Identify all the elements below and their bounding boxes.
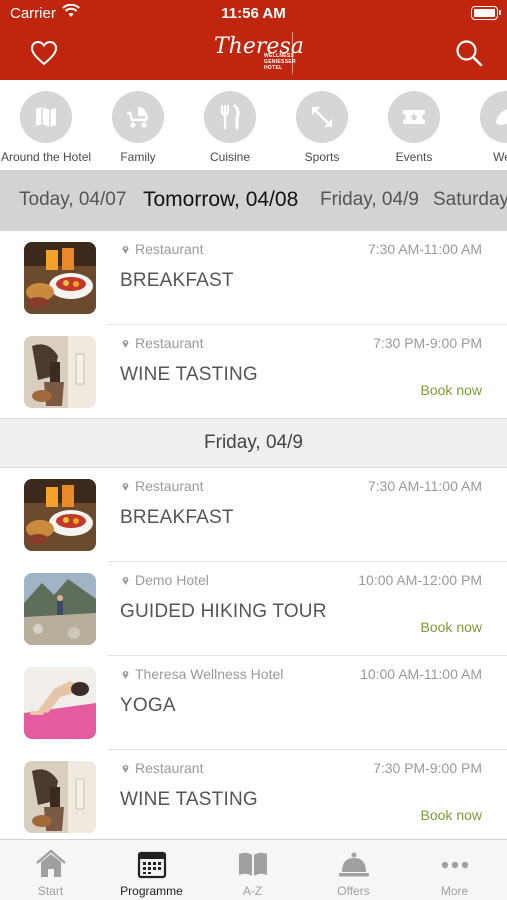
map-icon: [20, 91, 72, 143]
tab-label: More: [440, 884, 469, 898]
event-location: Restaurant: [122, 760, 203, 776]
event-location: Theresa Wellness Hotel: [122, 666, 283, 682]
category-label: Sports: [304, 150, 340, 164]
app-header: Carrier 11:56 AM Theresa WELLNESS GENIES…: [0, 0, 507, 80]
event-time: 7:30 AM-11:00 AM: [367, 478, 482, 494]
location-pin-icon: [122, 577, 129, 585]
location-pin-icon: [122, 765, 129, 773]
yoga-thumbnail: [24, 667, 96, 739]
book-now-link[interactable]: Book now: [421, 807, 482, 823]
date-selector: Today, 04/07 Tomorrow, 04/08 Friday, 04/…: [0, 170, 507, 231]
hotel-logo: Theresa WELLNESS GENIESSER HOTEL: [210, 32, 304, 74]
date-tab-today[interactable]: Today, 04/07: [19, 189, 126, 211]
event-row-breakfast[interactable]: Restaurant 7:30 AM-11:00 AM BREAKFAST: [0, 231, 507, 325]
tab-label: Start: [37, 884, 64, 898]
book-now-link[interactable]: Book now: [421, 619, 482, 635]
arrows-icon: [296, 91, 348, 143]
category-label: Events: [395, 150, 433, 164]
event-location-text: Theresa Wellness Hotel: [135, 666, 284, 682]
event-title: WINE TASTING: [120, 364, 258, 385]
location-pin-icon: [122, 483, 129, 491]
battery-icon: [471, 6, 501, 20]
event-location-text: Restaurant: [135, 335, 204, 351]
wine-tasting-thumbnail: [24, 336, 96, 408]
date-tab-tomorrow[interactable]: Tomorrow, 04/08: [143, 188, 298, 212]
event-location-text: Demo Hotel: [135, 572, 209, 588]
logo-divider: [292, 32, 293, 74]
category-cuisine[interactable]: Cuisine: [180, 91, 280, 164]
event-title: WINE TASTING: [120, 789, 258, 810]
category-label: Family: [120, 150, 156, 164]
event-time: 7:30 PM-9:00 PM: [373, 760, 482, 776]
book-now-link[interactable]: Book now: [421, 382, 482, 398]
bell-icon: [339, 852, 369, 877]
event-row-wine-tasting[interactable]: Restaurant 7:30 PM-9:00 PM WINE TASTING …: [0, 750, 507, 839]
cutlery-icon: [204, 91, 256, 143]
event-location-text: Restaurant: [135, 760, 204, 776]
app-screen: Carrier 11:56 AM Theresa WELLNESS GENIES…: [0, 0, 507, 900]
home-icon: [36, 849, 66, 877]
event-time: 10:00 AM-11:00 AM: [360, 666, 482, 682]
book-icon: [239, 852, 267, 876]
tab-label: A-Z: [242, 884, 263, 898]
event-location-text: Restaurant: [135, 241, 204, 257]
bottom-tab-bar: Start Programme A-Z Offers More: [0, 839, 507, 900]
category-label: Cuisine: [209, 150, 251, 164]
tab-start[interactable]: Start: [0, 840, 101, 900]
hiking-thumbnail: [24, 573, 96, 645]
day-section-header: Friday, 04/9: [0, 418, 507, 468]
date-tab-saturday[interactable]: Saturday, 04/10: [433, 189, 507, 211]
tab-label: Offers: [337, 884, 370, 898]
category-events[interactable]: Events: [364, 91, 464, 164]
event-location-text: Restaurant: [135, 478, 204, 494]
tab-offers[interactable]: Offers: [303, 840, 404, 900]
category-label: Welli: [493, 150, 507, 164]
ticket-icon: [388, 91, 440, 143]
favorites-heart-icon[interactable]: [30, 40, 58, 66]
logo-subtitle: WELLNESS GENIESSER HOTEL: [264, 53, 296, 71]
event-time: 7:30 AM-11:00 AM: [367, 241, 482, 257]
event-title: YOGA: [120, 695, 176, 716]
tab-more[interactable]: More: [404, 840, 505, 900]
event-time: 7:30 PM-9:00 PM: [373, 335, 482, 351]
tab-programme[interactable]: Programme: [101, 840, 202, 900]
calendar-icon: [137, 851, 167, 879]
event-row-yoga[interactable]: Theresa Wellness Hotel 10:00 AM-11:00 AM…: [0, 656, 507, 750]
category-label: Around the Hotel: [0, 150, 92, 164]
event-row-breakfast[interactable]: Restaurant 7:30 AM-11:00 AM BREAKFAST: [0, 468, 507, 562]
event-row-wine-tasting[interactable]: Restaurant 7:30 PM-9:00 PM WINE TASTING …: [0, 325, 507, 419]
wine-tasting-thumbnail: [24, 761, 96, 833]
tab-label: Programme: [120, 884, 183, 898]
event-title: BREAKFAST: [120, 507, 234, 528]
event-title: BREAKFAST: [120, 270, 234, 291]
event-list: Restaurant 7:30 AM-11:00 AM BREAKFAST Re…: [0, 231, 507, 839]
breakfast-thumbnail: [24, 242, 96, 314]
event-time: 10:00 AM-12:00 PM: [358, 572, 482, 588]
search-icon[interactable]: [455, 39, 483, 67]
tab-a-z[interactable]: A-Z: [202, 840, 303, 900]
date-tab-friday[interactable]: Friday, 04/9: [320, 189, 419, 211]
event-location: Restaurant: [122, 335, 203, 351]
location-pin-icon: [122, 671, 129, 679]
leaf-icon: [480, 91, 507, 143]
stroller-icon: [112, 91, 164, 143]
status-bar: Carrier 11:56 AM: [0, 0, 507, 28]
category-strip: Around the Hotel Family Cuisine Sports E…: [0, 80, 507, 170]
event-location: Restaurant: [122, 478, 203, 494]
event-row-guided-hiking-tour[interactable]: Demo Hotel 10:00 AM-12:00 PM GUIDED HIKI…: [0, 562, 507, 656]
category-sports[interactable]: Sports: [272, 91, 372, 164]
category-wellness[interactable]: Welli: [456, 91, 507, 164]
category-family[interactable]: Family: [88, 91, 188, 164]
event-title: GUIDED HIKING TOUR: [120, 601, 327, 622]
category-around-the-hotel[interactable]: Around the Hotel: [0, 91, 96, 164]
location-pin-icon: [122, 340, 129, 348]
breakfast-thumbnail: [24, 479, 96, 551]
event-location: Restaurant: [122, 241, 203, 257]
event-location: Demo Hotel: [122, 572, 209, 588]
status-time: 11:56 AM: [221, 5, 286, 22]
location-pin-icon: [122, 246, 129, 254]
more-icon: [441, 861, 469, 869]
